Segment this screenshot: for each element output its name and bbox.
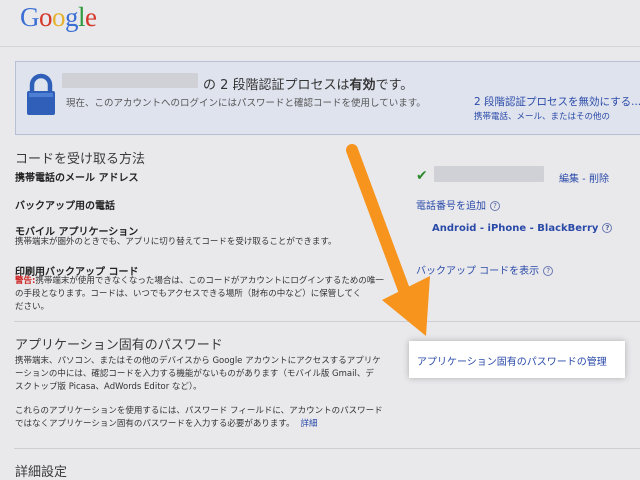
learn-more-link[interactable]: 詳細 [300, 419, 317, 429]
banner-description: 現在、このアカウントへのログインにはパスワードと確認コードを使用しています。 [66, 98, 426, 109]
app-password-usage: これらのアプリケーションを使用するには、パスワード フィールドに、アカウントのパ… [15, 406, 383, 429]
backup-phone-label: バックアップ用の電話 [15, 201, 115, 212]
email-actions: 編集 - 削除 [559, 174, 609, 185]
mobile-app-description: 携帯端末が圏外のときでも、アプリに切り替えてコードを受け取ることができます。 [15, 237, 337, 247]
header-divider [0, 46, 640, 47]
app-password-description: 携帯端末、パソコン、またはその他のデバイスから Google アカウントにアクセ… [15, 356, 381, 392]
manage-app-passwords-highlight: アプリケーション固有のパスワードの管理 [409, 341, 625, 378]
logo-letter: o [52, 2, 66, 32]
google-logo: Google [20, 2, 97, 33]
redacted-email [434, 166, 544, 182]
logo-letter: G [20, 2, 40, 32]
two-step-status-banner: の 2 段階認証プロセスは有効です。 現在、このアカウントへのログインにはパスワ… [15, 61, 640, 135]
section-divider [14, 448, 640, 449]
help-icon[interactable]: ? [602, 223, 613, 233]
logo-letter: g [65, 2, 79, 32]
section-divider [14, 321, 640, 322]
lock-icon [27, 73, 55, 115]
banner-subtext: 携帯電話、メール、またはその他の [474, 112, 611, 122]
logo-letter: l [78, 2, 86, 32]
logo-letter: e [85, 2, 97, 32]
print-backup-description: 警告:携帯端末が使用できなくなった場合は、このコードがアカウントにログインするた… [15, 276, 384, 312]
show-backup-codes-link[interactable]: バックアップ コードを表示? [416, 262, 554, 277]
add-phone-link[interactable]: 電話番号を追加? [416, 197, 500, 212]
delete-link[interactable]: 削除 [589, 174, 609, 185]
manage-app-passwords-link[interactable]: アプリケーション固有のパスワードの管理 [417, 353, 607, 368]
edit-link[interactable]: 編集 [559, 174, 579, 185]
code-section-heading: コードを受け取る方法 [15, 152, 146, 167]
help-icon[interactable]: ? [543, 266, 554, 276]
app-download-links[interactable]: Android - iPhone - BlackBerry? [432, 223, 613, 234]
banner-title: の 2 段階認証プロセスは有効です。 [203, 78, 414, 93]
logo-letter: o [39, 2, 53, 32]
app-password-heading: アプリケーション固有のパスワード [15, 338, 223, 353]
help-icon[interactable]: ? [490, 201, 500, 211]
mobile-email-label: 携帯電話のメール アドレス [15, 173, 139, 184]
disable-two-step-link[interactable]: 2 段階認証プロセスを無効にする... [474, 94, 640, 109]
warning-label: 警告: [15, 276, 36, 286]
verified-check-icon: ✔ [416, 168, 428, 184]
redacted-account-name [62, 73, 198, 88]
advanced-settings-heading: 詳細設定 [15, 465, 68, 480]
